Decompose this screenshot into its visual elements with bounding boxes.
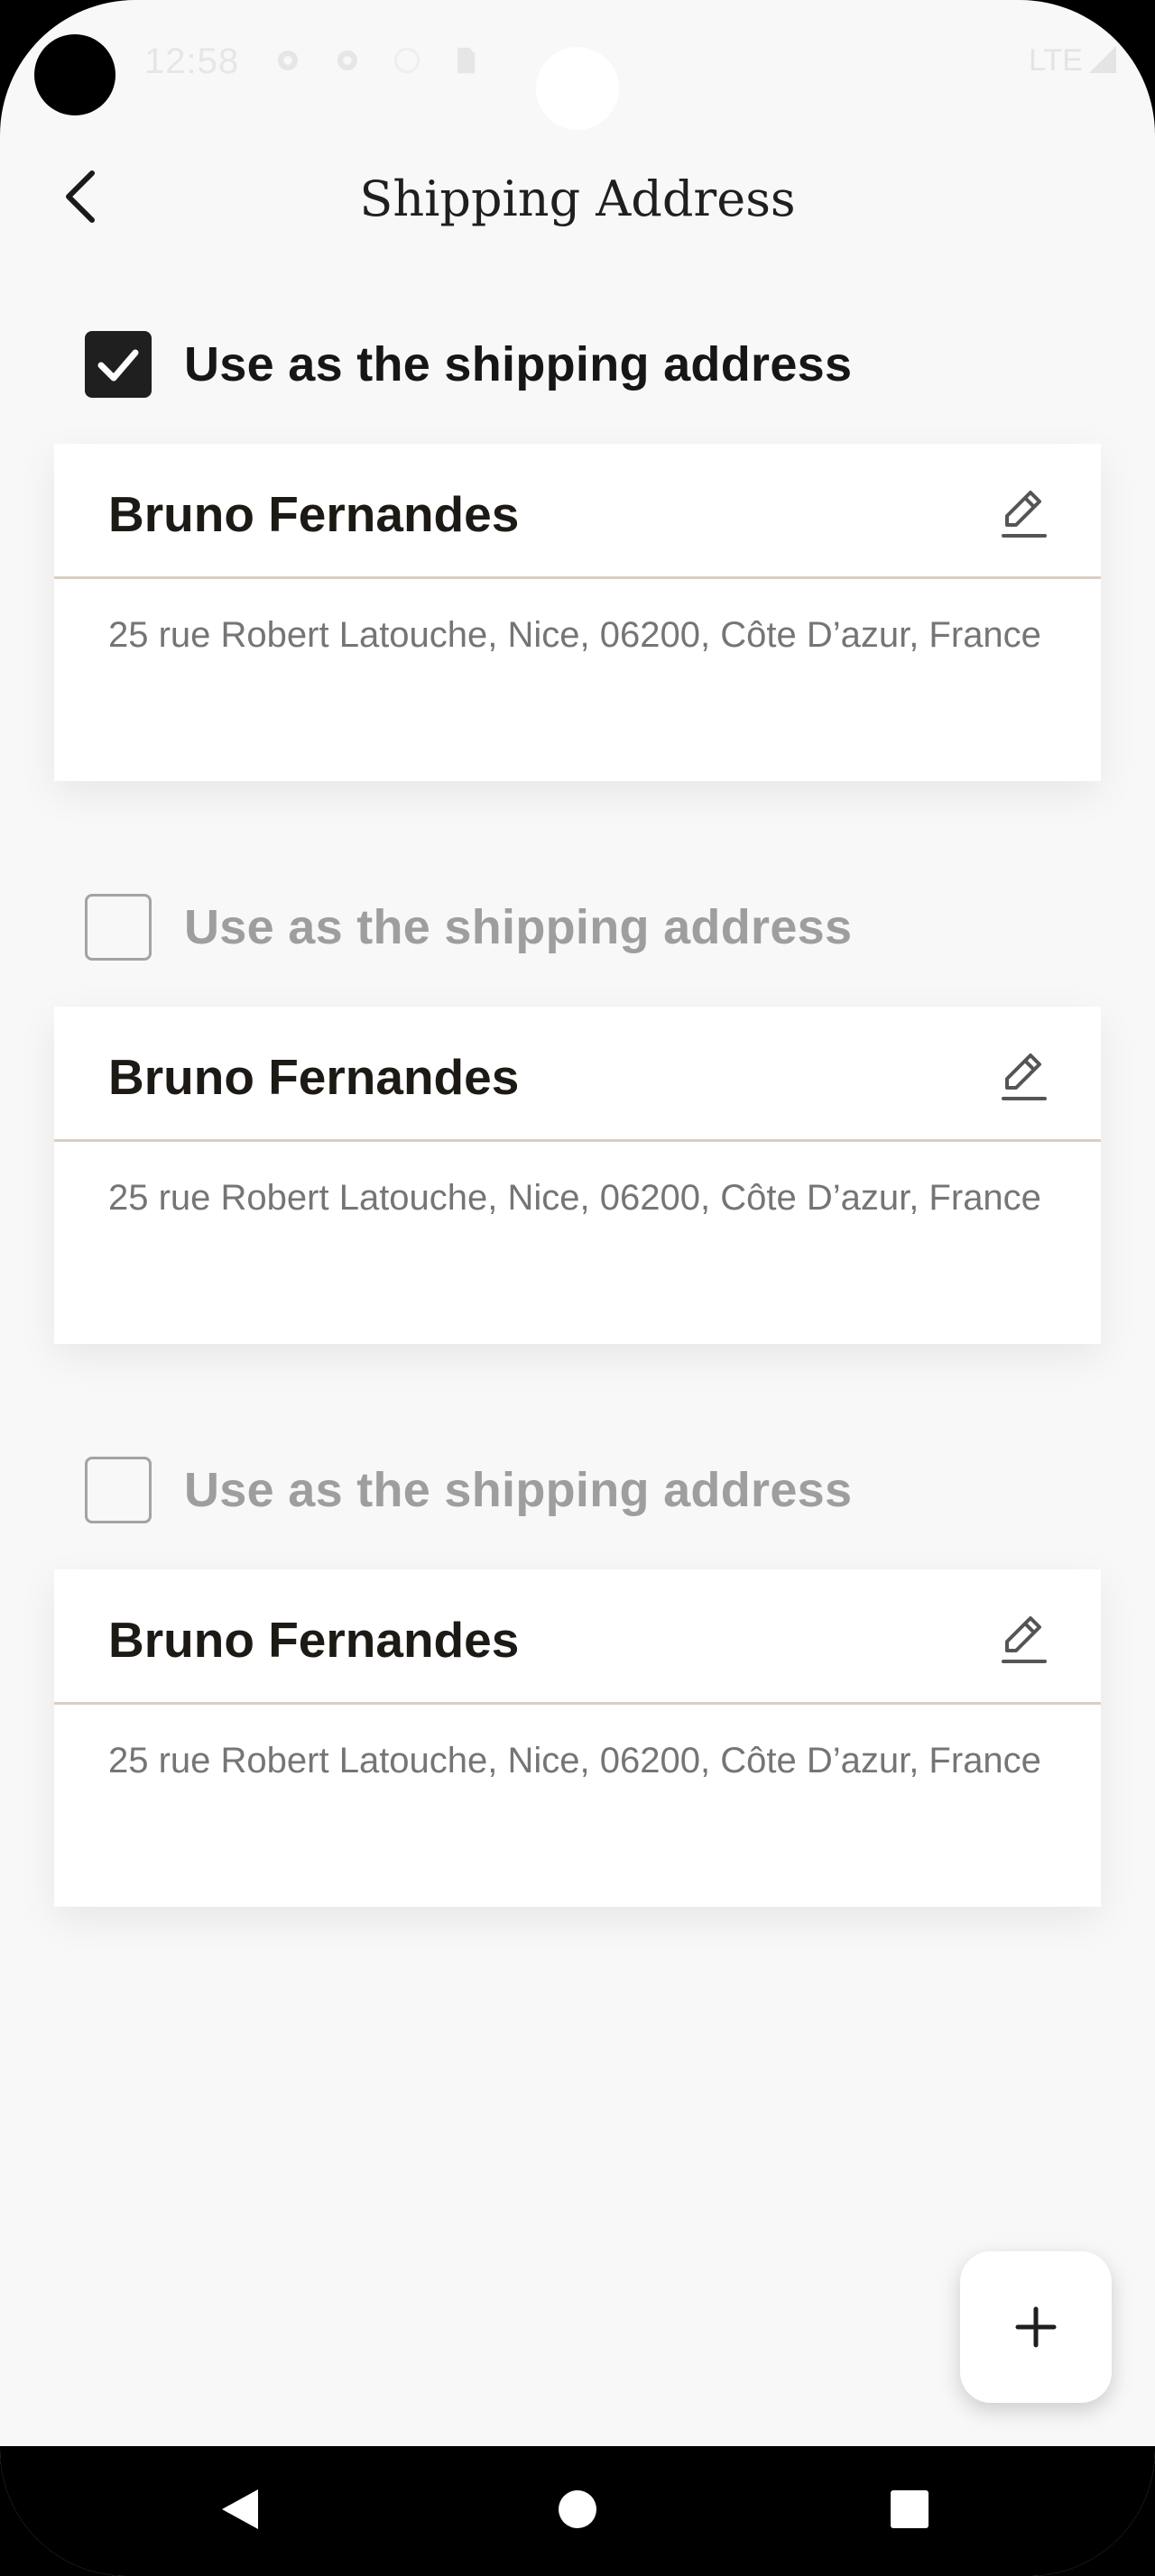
no-sim-icon — [393, 47, 420, 74]
address-text: 25 rue Robert Latouche, Nice, 06200, Côt… — [108, 1741, 1041, 1780]
pencil-icon — [1002, 1616, 1047, 1663]
plus-icon — [1015, 2306, 1057, 2348]
checkbox-label: Use as the shipping address — [184, 900, 853, 954]
recipient-name: Bruno Fernandes — [108, 1612, 520, 1668]
signal-icon — [1089, 46, 1116, 73]
shipping-address-checkbox[interactable] — [85, 331, 152, 398]
status-bar: 12:58 LTE — [0, 0, 1155, 130]
status-time: 12:58 — [144, 41, 240, 81]
address-card: Bruno Fernandes 25 rue Robert Latouche, … — [54, 1569, 1101, 1907]
address-card-header: Bruno Fernandes — [54, 1569, 1101, 1705]
nav-home-button[interactable] — [541, 2473, 614, 2545]
recipient-name: Bruno Fernandes — [108, 1049, 520, 1105]
app-screen: 12:58 LTE Shipping Address Use as the sh… — [0, 0, 1155, 2576]
triangle-back-icon — [222, 2489, 258, 2529]
system-nav-bar — [0, 2446, 1155, 2576]
address-card: Bruno Fernandes 25 rue Robert Latouche, … — [54, 1007, 1101, 1344]
address-text: 25 rue Robert Latouche, Nice, 06200, Côt… — [108, 615, 1041, 655]
checkbox-label: Use as the shipping address — [184, 337, 853, 391]
nav-back-button[interactable] — [204, 2473, 276, 2545]
circle-home-icon — [559, 2490, 596, 2528]
address-card-header: Bruno Fernandes — [54, 444, 1101, 579]
address-card: Bruno Fernandes 25 rue Robert Latouche, … — [54, 444, 1101, 781]
settings-icon — [277, 50, 299, 71]
shipping-address-checkbox[interactable] — [85, 894, 152, 961]
camera-cutout — [536, 47, 619, 130]
shipping-address-checkbox[interactable] — [85, 1457, 152, 1523]
sd-card-icon — [457, 47, 476, 74]
settings-icon — [337, 50, 358, 71]
pencil-icon — [1002, 1053, 1047, 1100]
edit-address-button[interactable] — [994, 1611, 1052, 1669]
edit-address-button[interactable] — [994, 485, 1052, 543]
shipping-address-checkbox-row[interactable]: Use as the shipping address — [85, 330, 852, 399]
address-card-header: Bruno Fernandes — [54, 1007, 1101, 1142]
nav-recents-button[interactable] — [873, 2473, 946, 2545]
shipping-address-checkbox-row[interactable]: Use as the shipping address — [85, 1456, 852, 1524]
checkbox-label: Use as the shipping address — [184, 1463, 853, 1517]
network-type: LTE — [1029, 43, 1083, 78]
edit-address-button[interactable] — [994, 1048, 1052, 1106]
add-address-button[interactable] — [960, 2251, 1112, 2403]
pencil-icon — [1002, 491, 1047, 538]
checkmark-icon — [97, 349, 139, 382]
front-camera — [34, 34, 116, 115]
square-recents-icon — [891, 2490, 929, 2528]
page-title: Shipping Address — [359, 170, 796, 227]
shipping-address-checkbox-row[interactable]: Use as the shipping address — [85, 893, 852, 961]
recipient-name: Bruno Fernandes — [108, 486, 520, 542]
address-text: 25 rue Robert Latouche, Nice, 06200, Côt… — [108, 1178, 1041, 1218]
